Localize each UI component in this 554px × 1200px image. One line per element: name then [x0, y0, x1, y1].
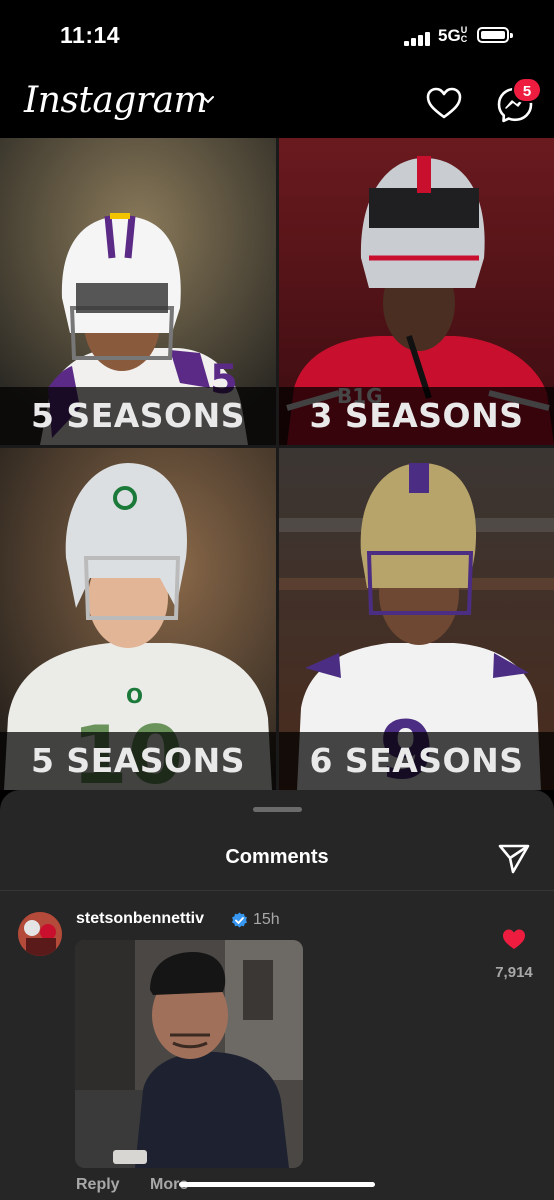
post-tile: 10 O 5 SEASONS — [0, 448, 276, 790]
instagram-logo[interactable]: Instagram — [24, 80, 208, 121]
post-tile: B1G 3 SEASONS — [279, 138, 554, 445]
notifications-heart-icon[interactable] — [424, 84, 464, 124]
comment-username[interactable]: stetsonbennettiv — [76, 910, 204, 928]
comment-time: 15h — [253, 911, 280, 928]
signal-icon — [404, 32, 432, 46]
tile-label: 3 SEASONS — [279, 387, 554, 445]
tile-label: 5 SEASONS — [0, 732, 276, 790]
post-tile: 9 6 SEASONS — [279, 448, 554, 790]
home-indicator[interactable] — [179, 1182, 375, 1187]
status-bar: 11:14 5GUC — [0, 0, 554, 72]
divider — [0, 890, 554, 891]
post-tile: 5 5 SEASONS — [0, 138, 276, 445]
reply-button[interactable]: Reply — [76, 1176, 120, 1194]
message-count-badge: 5 — [512, 77, 542, 103]
comments-sheet: Comments stetsonbennettiv 15h 7,914 Repl… — [0, 790, 554, 1200]
battery-icon — [477, 27, 513, 43]
comment-gif-image[interactable] — [75, 940, 303, 1168]
chevron-down-icon[interactable] — [200, 92, 216, 108]
avatar[interactable] — [18, 912, 62, 956]
like-count: 7,914 — [495, 964, 533, 981]
post-image-grid[interactable]: 5 5 SEASONS B1G 3 SEASONS — [0, 138, 554, 790]
status-time: 11:14 — [60, 22, 121, 48]
svg-text:O: O — [126, 684, 143, 708]
verified-badge-icon — [232, 912, 247, 928]
sheet-title: Comments — [225, 846, 329, 868]
like-heart-icon[interactable] — [502, 928, 526, 950]
sheet-grabber[interactable] — [253, 807, 302, 812]
network-indicator: 5GUC — [438, 25, 468, 46]
share-icon[interactable] — [496, 840, 532, 876]
tile-label: 6 SEASONS — [279, 732, 554, 790]
tile-label: 5 SEASONS — [0, 387, 276, 445]
